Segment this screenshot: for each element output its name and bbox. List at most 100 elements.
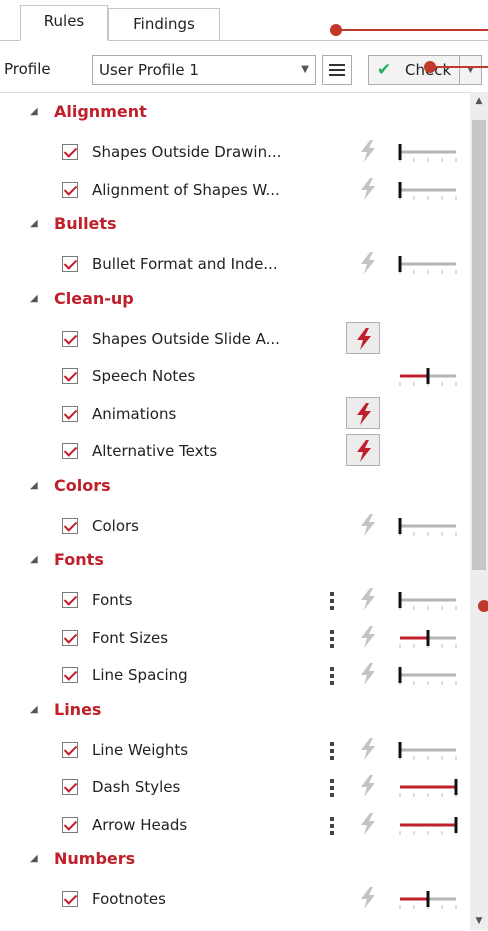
- profile-menu-button[interactable]: [322, 55, 352, 85]
- rule-checkbox[interactable]: [62, 779, 78, 795]
- rule-checkbox[interactable]: [62, 517, 78, 534]
- fix-button[interactable]: [346, 321, 380, 354]
- rule-checkbox[interactable]: [62, 741, 78, 758]
- collapse-triangle-icon[interactable]: ◢: [30, 554, 38, 565]
- more-options-icon[interactable]: [330, 779, 334, 797]
- callout-marker-scrollbar: [478, 600, 488, 612]
- severity-slider[interactable]: [394, 665, 460, 689]
- rule-name: Line Spacing: [92, 666, 188, 684]
- rule-row: Footnotes: [0, 881, 466, 918]
- scroll-down-arrow-icon[interactable]: ▼: [470, 912, 488, 930]
- rule-checkbox[interactable]: [62, 592, 78, 608]
- collapse-triangle-icon[interactable]: ◢: [30, 480, 38, 491]
- more-options-icon[interactable]: [330, 629, 334, 648]
- rule-name: Shapes Outside Drawin...: [92, 143, 282, 161]
- collapse-triangle-icon[interactable]: ◢: [30, 293, 38, 304]
- rule-checkbox[interactable]: [62, 629, 78, 646]
- callout-line-tabs: [336, 29, 488, 31]
- severity-slider[interactable]: [394, 740, 460, 764]
- severity-slider[interactable]: [394, 889, 460, 913]
- scroll-up-arrow-icon[interactable]: ▲: [470, 92, 488, 110]
- more-options-icon[interactable]: [330, 667, 334, 685]
- lightning-icon: [358, 812, 380, 835]
- rule-row: Dash Styles: [0, 769, 466, 806]
- rule-row: Alignment of Shapes W...: [0, 172, 466, 209]
- severity-slider[interactable]: [394, 516, 460, 540]
- fix-button[interactable]: [346, 434, 380, 466]
- severity-slider[interactable]: [394, 366, 460, 390]
- collapse-triangle-icon[interactable]: ◢: [30, 704, 38, 715]
- severity-slider[interactable]: [394, 815, 460, 839]
- lightning-icon: [358, 252, 380, 274]
- lightning-icon: [358, 775, 380, 797]
- profile-label: Profile: [4, 60, 51, 78]
- rule-checkbox[interactable]: [62, 256, 78, 272]
- rule-checkbox[interactable]: [62, 667, 78, 683]
- rule-name: Speech Notes: [92, 367, 196, 385]
- rules-list: ◢ Alignment Shapes Outside Drawin... Alignm…: [0, 92, 470, 931]
- menu-icon-line: [329, 69, 345, 71]
- rule-checkbox[interactable]: [62, 405, 78, 422]
- rule-checkbox[interactable]: [62, 891, 78, 907]
- rule-group-title: Bullets: [54, 214, 117, 233]
- vertical-scrollbar[interactable]: ▲ ▼: [470, 92, 488, 930]
- rule-name: Animations: [92, 404, 177, 423]
- rule-group-title: Lines: [54, 699, 102, 719]
- rule-row: Line Spacing: [0, 657, 466, 694]
- collapse-triangle-icon[interactable]: ◢: [30, 853, 38, 864]
- rule-group-title: Numbers: [54, 849, 136, 868]
- rule-group-header[interactable]: ◢ Numbers: [0, 844, 466, 876]
- rule-name: Shapes Outside Slide A...: [92, 329, 280, 348]
- rule-checkbox[interactable]: [62, 816, 78, 833]
- more-options-icon[interactable]: [330, 592, 334, 610]
- severity-slider[interactable]: [394, 254, 460, 278]
- more-options-icon[interactable]: [330, 816, 334, 835]
- lightning-icon: [358, 513, 380, 536]
- more-options-icon[interactable]: [330, 741, 334, 760]
- rule-row: Bullet Format and Inde...: [0, 246, 466, 283]
- rule-group-header[interactable]: ◢ Fonts: [0, 545, 466, 577]
- rule-row: Line Weights: [0, 732, 466, 769]
- tab-rules[interactable]: Rules: [20, 5, 108, 41]
- scrollbar-thumb[interactable]: [472, 120, 486, 570]
- rule-group-title: Colors: [54, 475, 111, 495]
- collapse-triangle-icon[interactable]: ◢: [30, 106, 38, 117]
- rule-group-header[interactable]: ◢ Colors: [0, 471, 466, 503]
- tab-bar: Rules Findings: [0, 0, 488, 41]
- rule-row: Arrow Heads: [0, 807, 466, 844]
- menu-icon: [329, 64, 345, 66]
- collapse-triangle-icon[interactable]: ◢: [30, 218, 38, 229]
- severity-slider[interactable]: [394, 590, 460, 614]
- check-dropdown-button[interactable]: ▼: [460, 55, 482, 85]
- rule-checkbox[interactable]: [62, 330, 78, 347]
- rule-group-title: Alignment: [54, 102, 147, 121]
- fix-button[interactable]: [346, 396, 380, 429]
- checkmark-icon: ✔: [377, 60, 392, 80]
- rule-name: Bullet Format and Inde...: [92, 255, 278, 273]
- severity-slider[interactable]: [394, 628, 460, 652]
- rule-row: Alternative Texts: [0, 433, 466, 470]
- callout-line-check: [432, 66, 488, 68]
- rule-name: Arrow Heads: [92, 815, 188, 834]
- severity-slider[interactable]: [394, 142, 460, 166]
- rule-row: Animations: [0, 396, 466, 433]
- rule-row: Shapes Outside Drawin...: [0, 134, 466, 171]
- check-button[interactable]: ✔ Check: [368, 55, 460, 85]
- callout-marker-check: [424, 61, 436, 73]
- rule-name: Line Weights: [92, 740, 189, 759]
- callout-marker-tabs: [330, 24, 342, 36]
- rule-checkbox[interactable]: [62, 368, 78, 384]
- rule-checkbox[interactable]: [62, 443, 78, 459]
- rule-group-title: Fonts: [54, 550, 104, 569]
- severity-slider[interactable]: [394, 777, 460, 801]
- severity-slider[interactable]: [394, 180, 460, 204]
- tab-findings[interactable]: Findings: [108, 8, 220, 40]
- profile-select[interactable]: User Profile 1 ▼: [92, 55, 316, 85]
- rule-group-header[interactable]: ◢ Alignment: [0, 97, 466, 129]
- rule-group-header[interactable]: ◢ Lines: [0, 695, 466, 727]
- rule-group-header[interactable]: ◢ Clean-up: [0, 284, 466, 316]
- rule-group-header[interactable]: ◢ Bullets: [0, 209, 466, 241]
- rule-checkbox[interactable]: [62, 144, 78, 160]
- lightning-icon: [358, 737, 380, 760]
- rule-checkbox[interactable]: [62, 181, 78, 198]
